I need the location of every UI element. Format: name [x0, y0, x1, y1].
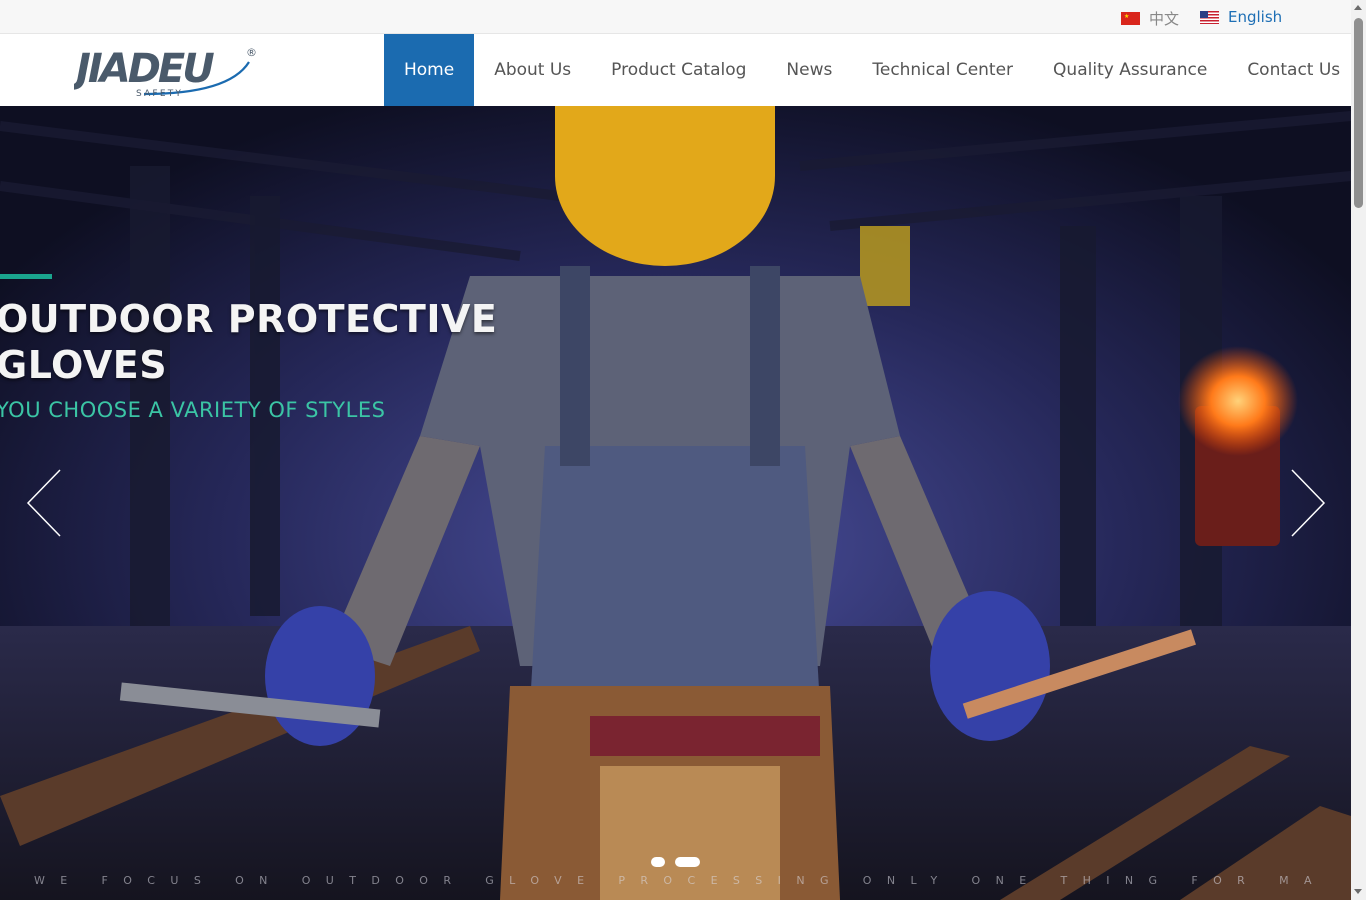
main-nav: Home About Us Product Catalog News Techn…: [384, 34, 1360, 106]
hero-title: OUTDOOR PROTECTIVE GLOVES: [0, 296, 497, 388]
hero-banner: OUTDOOR PROTECTIVE GLOVES YOU CHOOSE A V…: [0, 106, 1351, 900]
carousel-dot-2[interactable]: [675, 857, 700, 867]
brand-logo-graphic: JIADEU SAFETY ®: [69, 46, 257, 99]
nav-about-us[interactable]: About Us: [474, 34, 591, 106]
language-chinese[interactable]: ★ 中文: [1121, 8, 1179, 29]
scroll-thumb[interactable]: [1354, 18, 1363, 208]
carousel-dot-1[interactable]: [651, 857, 665, 867]
hero-tagline: WE FOCUS ON OUTDOOR GLOVE PROCESSING ONL…: [34, 874, 1324, 887]
scroll-up-arrow-icon[interactable]: [1354, 5, 1362, 10]
language-english-label: English: [1228, 8, 1283, 26]
hero-title-line2: GLOVES: [0, 343, 168, 387]
hero-image: [0, 106, 1351, 900]
nav-news[interactable]: News: [766, 34, 852, 106]
hero-subtitle: YOU CHOOSE A VARIETY OF STYLES: [0, 398, 386, 422]
china-flag-icon: ★: [1121, 12, 1140, 25]
language-bar: ★ 中文 English: [0, 0, 1351, 34]
chevron-right-icon: [1291, 469, 1326, 537]
brand-name: JIADEU: [74, 46, 214, 92]
carousel-next-button[interactable]: [1288, 468, 1328, 538]
carousel-prev-button[interactable]: [24, 468, 64, 538]
page-scrollbar[interactable]: [1351, 0, 1366, 900]
us-flag-icon: [1200, 10, 1219, 24]
scroll-down-arrow-icon[interactable]: [1354, 889, 1362, 894]
nav-quality-assurance[interactable]: Quality Assurance: [1033, 34, 1227, 106]
carousel-dots: [651, 857, 700, 867]
chevron-left-icon: [26, 469, 61, 537]
language-english[interactable]: English: [1200, 8, 1282, 26]
headline-accent: [0, 274, 52, 279]
page: ★ 中文 English JIADEU SAFETY ® Home About …: [0, 0, 1366, 900]
nav-product-catalog[interactable]: Product Catalog: [591, 34, 766, 106]
registered-mark: ®: [246, 46, 257, 59]
site-header: JIADEU SAFETY ® Home About Us Product Ca…: [0, 34, 1351, 106]
hero-title-line1: OUTDOOR PROTECTIVE: [0, 297, 498, 341]
language-chinese-label: 中文: [1149, 10, 1180, 28]
brand-sub: SAFETY: [136, 89, 183, 99]
nav-technical-center[interactable]: Technical Center: [852, 34, 1033, 106]
nav-home[interactable]: Home: [384, 34, 475, 106]
nav-contact-us[interactable]: Contact Us: [1227, 34, 1360, 106]
brand-logo[interactable]: JIADEU SAFETY ®: [69, 44, 264, 100]
